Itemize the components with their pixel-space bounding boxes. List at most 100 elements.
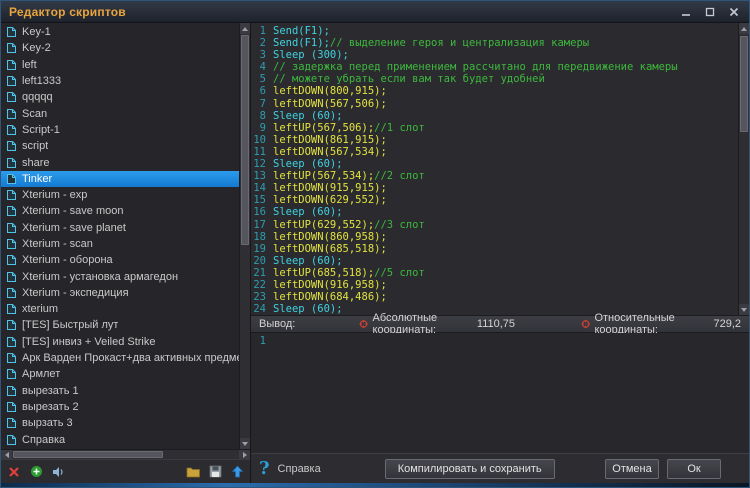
editor-vertical-scrollbar[interactable]	[738, 23, 749, 315]
code-line[interactable]: 5 // можете убрать если вам так будет удо…	[251, 73, 738, 85]
sidebar-scroll-track[interactable]	[240, 34, 250, 438]
code-line[interactable]: 3 Sleep (300);	[251, 49, 738, 61]
script-list-item[interactable]: Армлет	[1, 366, 239, 382]
script-list-item[interactable]: Арк Варден Прокаст+два активных предмета	[1, 350, 239, 366]
compile-save-button[interactable]: Компилировать и сохранить	[384, 458, 555, 479]
code-token: leftDOWN(800,915);	[273, 85, 387, 98]
sidebar-hscroll-track[interactable]	[12, 450, 239, 459]
script-list-item[interactable]: [TES] Быстрый лут	[1, 317, 239, 333]
save-icon	[209, 465, 221, 478]
script-list-item[interactable]: Xterium - экспедиция	[1, 285, 239, 301]
script-list-item[interactable]: Справка	[1, 431, 239, 447]
code-line[interactable]: 15 leftDOWN(629,552);	[251, 194, 738, 206]
save-script-button[interactable]	[207, 464, 223, 480]
code-editor[interactable]: 1 Send(F1); 2 Send(F1);// выделение героя и…	[251, 23, 738, 315]
sidebar-toolbar	[1, 459, 250, 483]
coordinates-bar: Вывод: Абсолютные координаты: 1110,75 От…	[251, 312, 749, 336]
script-icon	[7, 434, 16, 445]
code-line[interactable]: 9 leftUP(567,506);//1 слот	[251, 122, 738, 134]
script-list-item[interactable]: Scan	[1, 105, 239, 121]
scroll-down-arrow-icon[interactable]	[240, 438, 250, 449]
script-list-item[interactable]: share	[1, 154, 239, 170]
script-list-item[interactable]: вырезать 1	[1, 383, 239, 399]
script-item-label: вырезать 2	[22, 400, 79, 413]
code-token: leftDOWN(685,518);	[273, 242, 387, 255]
script-list-item[interactable]: xterium	[1, 301, 239, 317]
maximize-button[interactable]	[703, 6, 717, 18]
script-list-item[interactable]: [TES] инвиз + Veiled Strike	[1, 334, 239, 350]
code-line[interactable]: 12 Sleep (60);	[251, 158, 738, 170]
code-line[interactable]: 10 leftDOWN(861,915);	[251, 134, 738, 146]
code-line[interactable]: 1 Send(F1);	[251, 25, 738, 37]
script-list[interactable]: Key-1 Key-2 left left1333 qqqqq Scan Script-1 s…	[1, 23, 239, 449]
script-list-item[interactable]: Key-1	[1, 24, 239, 40]
sound-button[interactable]	[50, 464, 66, 480]
script-list-item[interactable]: Key-2	[1, 40, 239, 56]
code-line[interactable]: 23 leftDOWN(684,486);	[251, 291, 738, 303]
code-line[interactable]: 21 leftUP(685,518);//5 слот	[251, 267, 738, 279]
script-list-item[interactable]: Xterium - exp	[1, 187, 239, 203]
code-line[interactable]: 4 // задержка перед применением рассчитан…	[251, 61, 738, 73]
help-icon[interactable]: ?	[259, 458, 270, 479]
script-list-item[interactable]: Tinker	[1, 170, 239, 187]
script-list-item[interactable]: left	[1, 57, 239, 73]
minimize-button[interactable]	[679, 6, 693, 18]
code-line[interactable]: 6 leftDOWN(800,915);	[251, 85, 738, 97]
editor-scroll-thumb[interactable]	[740, 36, 748, 132]
script-list-item[interactable]: вырзать 3	[1, 415, 239, 431]
script-icon	[7, 124, 16, 135]
line-number: 20	[253, 254, 266, 267]
script-item-label: [TES] Быстрый лут	[22, 319, 119, 332]
titlebar[interactable]: Редактор скриптов	[1, 1, 749, 23]
script-list-item[interactable]: Xterium - save planet	[1, 220, 239, 236]
cancel-button[interactable]: Отмена	[605, 458, 659, 479]
script-list-item[interactable]: left1333	[1, 73, 239, 89]
ok-button[interactable]: Ок	[667, 458, 721, 479]
close-button[interactable]	[727, 6, 741, 18]
script-list-item[interactable]: Xterium - оборона	[1, 252, 239, 268]
code-line[interactable]: 22 leftDOWN(916,958);	[251, 279, 738, 291]
code-line[interactable]: 20 Sleep (60);	[251, 255, 738, 267]
editor-scroll-up-arrow-icon[interactable]	[739, 23, 749, 34]
code-line[interactable]: 17 leftUP(629,552);//3 слот	[251, 219, 738, 231]
sidebar-horizontal-scrollbar[interactable]	[1, 449, 250, 460]
code-token: Send(F1);	[273, 25, 330, 37]
script-list-item[interactable]: qqqqq	[1, 89, 239, 105]
line-number: 15	[253, 194, 266, 207]
script-list-item[interactable]: Xterium - scan	[1, 236, 239, 252]
code-line[interactable]: 14 leftDOWN(915,915);	[251, 182, 738, 194]
upload-button[interactable]	[229, 464, 245, 480]
script-item-label: Xterium - экспедиция	[22, 286, 129, 299]
output-editor[interactable]: 1	[251, 333, 749, 453]
line-number: 9	[259, 121, 266, 134]
code-line[interactable]: 13 leftUP(567,534);//2 слот	[251, 170, 738, 182]
delete-script-button[interactable]	[6, 464, 22, 480]
script-list-item[interactable]: script	[1, 138, 239, 154]
script-list-item[interactable]: Xterium - save moon	[1, 203, 239, 219]
sidebar-scroll-thumb[interactable]	[241, 35, 249, 245]
script-icon	[7, 401, 16, 412]
script-list-item[interactable]: Script-1	[1, 122, 239, 138]
crosshair-icon	[359, 319, 369, 329]
window-title: Редактор скриптов	[9, 4, 126, 19]
scroll-up-arrow-icon[interactable]	[240, 23, 250, 34]
script-sidebar: Key-1 Key-2 left left1333 qqqqq Scan Script-1 s…	[1, 23, 251, 483]
script-list-item[interactable]: вырезать 2	[1, 399, 239, 415]
sidebar-hscroll-thumb[interactable]	[13, 451, 163, 458]
script-icon	[7, 418, 16, 429]
code-line[interactable]: 11 leftDOWN(567,534);	[251, 146, 738, 158]
code-line[interactable]: 19 leftDOWN(685,518);	[251, 243, 738, 255]
script-list-item[interactable]: Xterium - установка армагедон	[1, 268, 239, 284]
code-line[interactable]: 18 leftDOWN(860,958);	[251, 231, 738, 243]
script-icon	[7, 27, 16, 38]
help-label[interactable]: Справка	[278, 463, 321, 475]
editor-scroll-track[interactable]	[739, 34, 749, 304]
code-line[interactable]: 2 Send(F1);// выделение героя и централиз…	[251, 37, 738, 49]
code-line[interactable]: 7 leftDOWN(567,506);	[251, 98, 738, 110]
open-folder-button[interactable]	[185, 464, 201, 480]
add-script-button[interactable]	[28, 464, 44, 480]
code-token: leftDOWN(915,915);	[273, 182, 387, 195]
sidebar-vertical-scrollbar[interactable]	[239, 23, 250, 449]
code-line[interactable]: 8 Sleep (60);	[251, 110, 738, 122]
code-line[interactable]: 16 Sleep (60);	[251, 206, 738, 218]
